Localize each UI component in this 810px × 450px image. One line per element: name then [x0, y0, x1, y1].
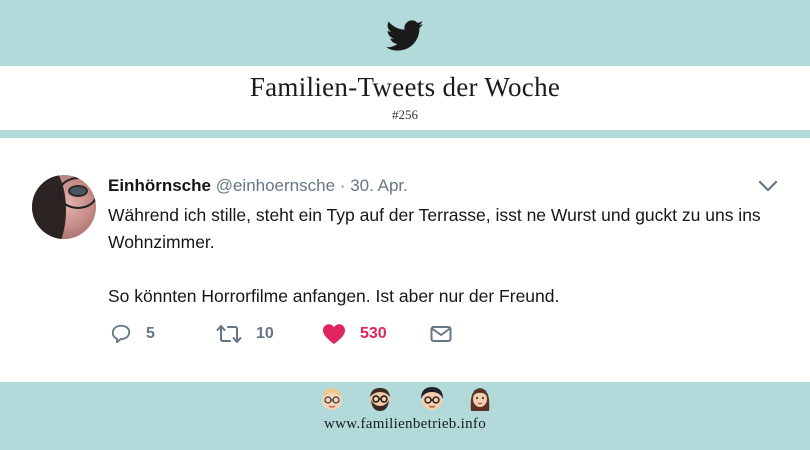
chevron-down-icon[interactable]	[758, 180, 778, 192]
page-title: Familien-Tweets der Woche	[249, 72, 561, 102]
retweet-count: 10	[256, 325, 274, 342]
author-name[interactable]: Einhörnsche	[108, 176, 211, 195]
reply-count: 5	[146, 325, 155, 342]
tweet-text: Während ich stille, steht ein Typ auf de…	[108, 202, 788, 310]
face-dark-hair-glasses-icon	[421, 387, 443, 410]
title-banner: Familien-Tweets der Woche #256	[0, 66, 810, 130]
author-handle[interactable]: @einhoernsche	[216, 176, 335, 195]
direct-message-button[interactable]	[430, 322, 466, 346]
divider	[0, 130, 810, 138]
face-bearded-glasses-icon	[370, 388, 390, 411]
heart-icon	[323, 324, 345, 344]
face-long-hair-icon	[470, 388, 490, 411]
retweet-button[interactable]: 10	[216, 322, 274, 346]
website-url[interactable]: www.familienbetrieb.info	[0, 416, 810, 433]
like-button[interactable]: 530	[322, 322, 387, 346]
reply-button[interactable]: 5	[110, 322, 155, 346]
tweet-card[interactable]: Einhörnsche @einhoernsche · 30. Apr. Wäh…	[0, 138, 810, 382]
tweet-date[interactable]: 30. Apr.	[350, 176, 408, 195]
issue-number: #256	[392, 107, 418, 122]
reply-icon	[111, 324, 131, 344]
family-faces	[316, 386, 496, 414]
tweet-text-line: Während ich stille, steht ein Typ auf de…	[108, 205, 761, 252]
footer-banner: www.familienbetrieb.info	[0, 382, 810, 450]
twitter-bird-icon	[386, 20, 424, 51]
avatar[interactable]	[32, 175, 96, 239]
face-blond-glasses-icon	[322, 388, 342, 410]
tweet-header: Einhörnsche @einhoernsche · 30. Apr.	[108, 176, 408, 196]
tweet-text-line: So könnten Horrorfilme anfangen. Ist abe…	[108, 286, 560, 306]
envelope-icon	[430, 326, 452, 342]
separator: ·	[339, 176, 346, 195]
retweet-icon	[216, 325, 242, 343]
top-banner	[0, 0, 810, 66]
tweet-actions: 5 10 530	[110, 322, 510, 346]
like-count: 530	[360, 325, 387, 342]
